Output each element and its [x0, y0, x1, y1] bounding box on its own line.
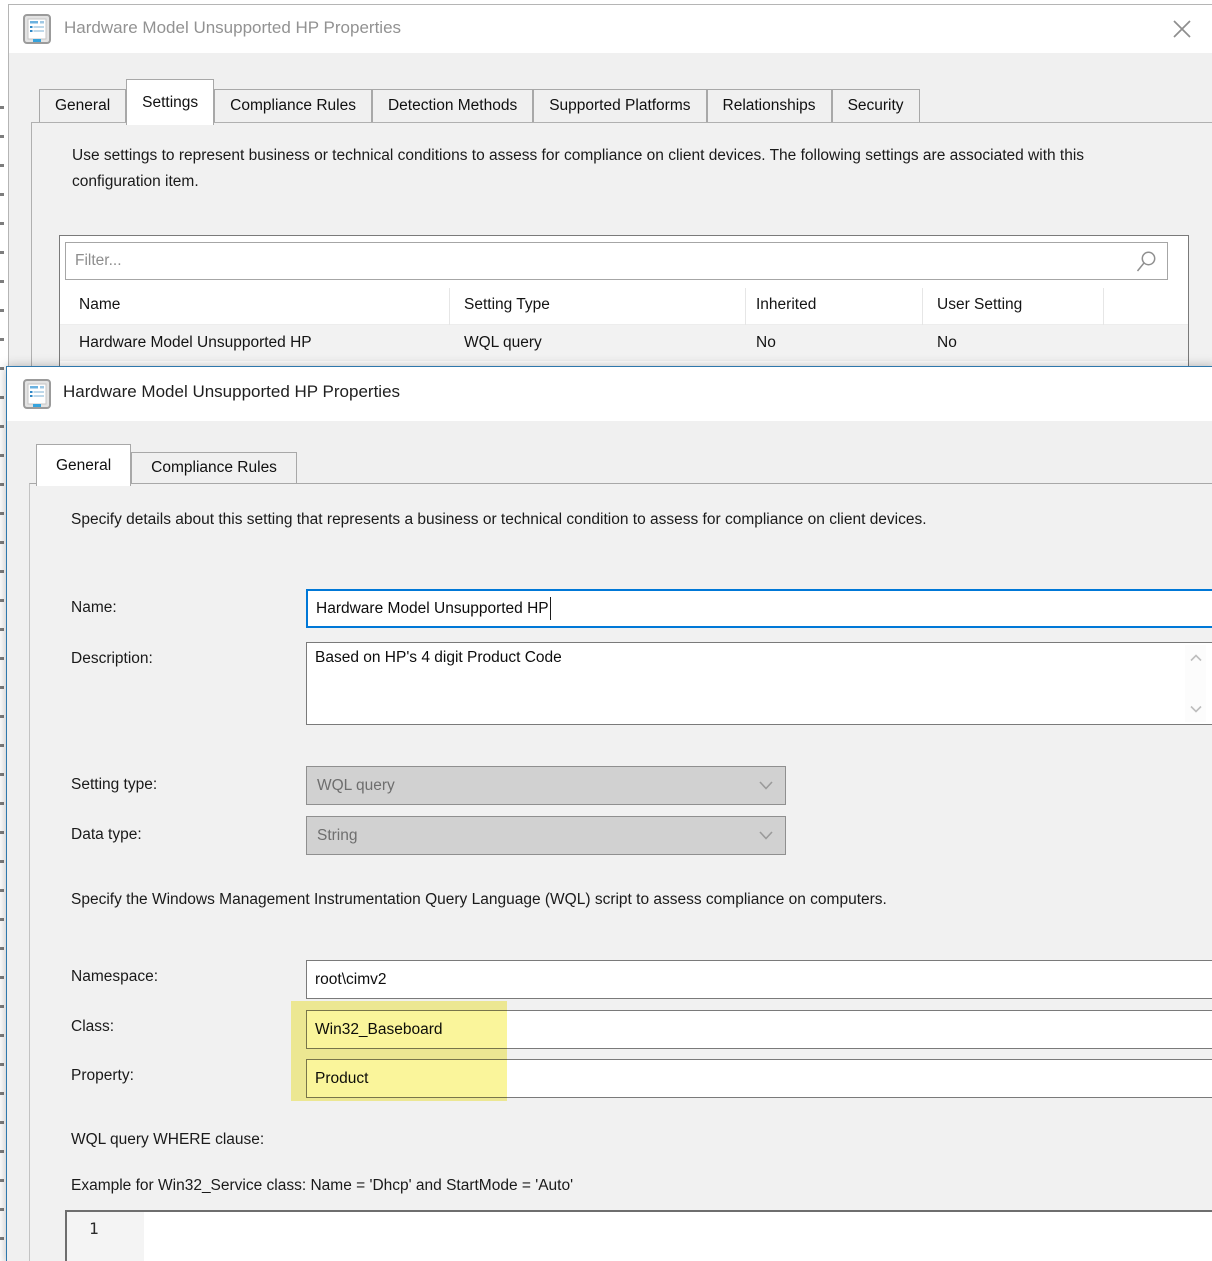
setting-type-value: WQL query [317, 777, 395, 795]
data-type-label: Data type: [71, 826, 142, 844]
back-tabstrip: General Settings Compliance Rules Detect… [39, 79, 920, 122]
back-properties-dialog: Hardware Model Unsupported HP Properties… [8, 4, 1212, 368]
table-header-row: Name Setting Type Inherited User Setting [60, 286, 1188, 325]
class-field[interactable]: Win32_Baseboard [306, 1010, 1212, 1049]
filter-field [65, 242, 1168, 280]
back-dialog-title: Hardware Model Unsupported HP Properties [64, 18, 401, 38]
properties-window-icon [23, 379, 51, 414]
description-field[interactable]: Based on HP's 4 digit Product Code [306, 642, 1212, 725]
col-header-inherited[interactable]: Inherited [756, 286, 816, 323]
name-value: Hardware Model Unsupported HP [316, 600, 549, 618]
front-tabstrip: General Compliance Rules [36, 444, 297, 483]
name-label: Name: [71, 599, 117, 617]
general-intro-text: Specify details about this setting that … [71, 507, 1159, 533]
front-dialog-title: Hardware Model Unsupported HP Properties [63, 382, 400, 402]
col-header-name[interactable]: Name [79, 286, 120, 323]
tab-relationships[interactable]: Relationships [707, 89, 832, 122]
row-name: Hardware Model Unsupported HP [79, 325, 312, 361]
description-label: Description: [71, 650, 153, 668]
data-type-value: String [317, 827, 358, 845]
description-scrollbar [1185, 645, 1206, 722]
setting-type-select[interactable]: WQL query [306, 766, 786, 805]
row-setting-type: WQL query [464, 325, 542, 361]
namespace-value: root\cimv2 [315, 971, 387, 989]
description-value: Based on HP's 4 digit Product Code [315, 649, 562, 667]
text-caret [550, 597, 552, 620]
wql-instruction-text: Specify the Windows Management Instrumen… [71, 887, 1211, 913]
tab-general[interactable]: General [36, 444, 131, 486]
scroll-up-icon[interactable] [1190, 649, 1202, 667]
close-icon[interactable] [1169, 16, 1195, 42]
where-example-text: Example for Win32_Service class: Name = … [71, 1177, 573, 1195]
tab-security[interactable]: Security [832, 89, 920, 122]
search-icon[interactable] [1134, 250, 1158, 279]
settings-intro-text: Use settings to represent business or te… [72, 143, 1150, 195]
row-user-setting: No [937, 325, 957, 361]
where-clause-label: WQL query WHERE clause: [71, 1131, 264, 1149]
property-value: Product [315, 1070, 368, 1088]
chevron-down-icon [759, 827, 773, 845]
tab-settings[interactable]: Settings [126, 79, 214, 125]
data-type-select[interactable]: String [306, 816, 786, 855]
row-inherited: No [756, 325, 776, 361]
property-label: Property: [71, 1067, 134, 1085]
scroll-down-icon[interactable] [1190, 700, 1202, 718]
editor-line-number: 1 [89, 1219, 99, 1238]
col-header-user-setting[interactable]: User Setting [937, 286, 1022, 323]
tab-compliance-rules[interactable]: Compliance Rules [131, 452, 297, 483]
tab-general[interactable]: General [39, 89, 126, 122]
class-label: Class: [71, 1018, 114, 1036]
filter-input[interactable] [66, 243, 1167, 279]
properties-window-icon [23, 14, 51, 49]
property-field[interactable]: Product [306, 1059, 1212, 1098]
back-titlebar: Hardware Model Unsupported HP Properties [9, 5, 1212, 53]
wql-query-editor[interactable]: 1 [65, 1210, 1212, 1261]
class-value: Win32_Baseboard [315, 1021, 443, 1039]
back-settings-tabpage: Use settings to represent business or te… [31, 122, 1212, 371]
background-window-edge [0, 80, 4, 1255]
setting-properties-dialog: Hardware Model Unsupported HP Properties… [6, 366, 1212, 1261]
tab-supported-platforms[interactable]: Supported Platforms [533, 89, 706, 122]
editor-gutter: 1 [67, 1212, 144, 1261]
front-titlebar: Hardware Model Unsupported HP Properties [7, 367, 1212, 421]
tab-detection-methods[interactable]: Detection Methods [372, 89, 533, 122]
screen: Hardware Model Unsupported HP Properties… [0, 0, 1212, 1261]
table-row[interactable]: Hardware Model Unsupported HP WQL query … [60, 325, 1188, 361]
tab-compliance-rules[interactable]: Compliance Rules [214, 89, 372, 122]
setting-type-label: Setting type: [71, 776, 157, 794]
namespace-label: Namespace: [71, 968, 158, 986]
col-header-setting-type[interactable]: Setting Type [464, 286, 550, 323]
chevron-down-icon [759, 777, 773, 795]
namespace-field[interactable]: root\cimv2 [306, 960, 1212, 999]
name-field[interactable]: Hardware Model Unsupported HP [306, 589, 1212, 628]
